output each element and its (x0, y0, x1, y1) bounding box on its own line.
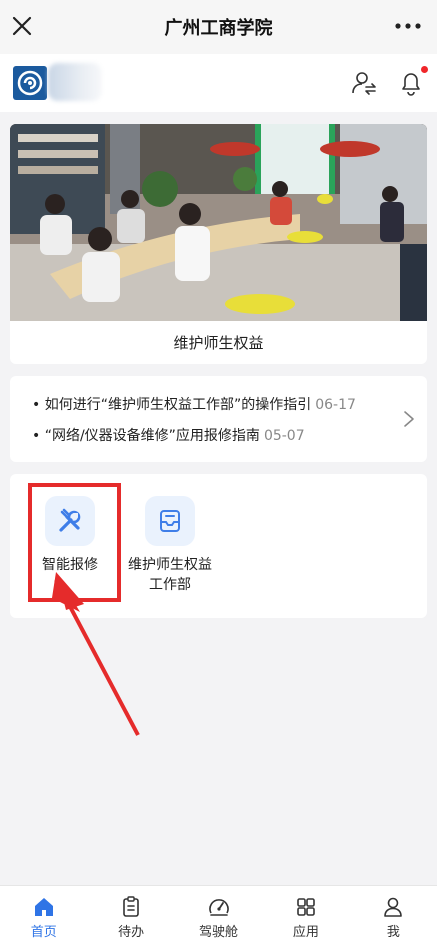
tab-label: 我 (386, 925, 400, 940)
notice-item[interactable]: • “网络/仪器设备维修”应用报修指南 05-07 (32, 425, 305, 445)
tab-label: 首页 (30, 925, 57, 940)
user-icon (384, 897, 403, 917)
gauge-icon (208, 899, 229, 916)
highlight-box (28, 483, 121, 602)
tab-label: 应用 (292, 925, 319, 940)
home-icon (34, 898, 53, 916)
notification-dot (421, 66, 428, 73)
grid-icon (297, 898, 315, 916)
notice-text: • “网络/仪器设备维修”应用报修指南 (32, 428, 260, 444)
mail-tray-icon (145, 496, 195, 546)
tab-me[interactable]: 我 (350, 886, 437, 944)
logo-emblem-icon (17, 70, 43, 96)
tab-home[interactable]: 首页 (0, 886, 87, 944)
app-label: 维护师生权益工作部 (128, 557, 212, 593)
bell-icon[interactable] (398, 70, 424, 96)
blurred-school-name (48, 63, 102, 101)
more-options-icon[interactable] (393, 14, 423, 38)
banner-photo (10, 124, 427, 321)
notice-item[interactable]: • 如何进行“维护师生权益工作部”的操作指引 06-17 (32, 394, 356, 414)
notice-date: 05-07 (263, 428, 305, 444)
notice-text: • 如何进行“维护师生权益工作部”的操作指引 (32, 397, 312, 413)
tab-apps[interactable]: 应用 (262, 886, 349, 944)
window-title: 广州工商学院 (164, 18, 273, 39)
school-logo (13, 66, 47, 100)
tab-label: 驾驶舱 (199, 925, 239, 940)
notice-card[interactable]: • 如何进行“维护师生权益工作部”的操作指引 06-17 • “网络/仪器设备维修… (10, 376, 427, 462)
tab-todo[interactable]: 待办 (87, 886, 174, 944)
clipboard-icon (123, 896, 139, 917)
switch-user-icon[interactable] (351, 70, 377, 96)
tab-label: 待办 (118, 925, 145, 940)
notice-date: 06-17 (315, 397, 356, 413)
chevron-right-icon[interactable] (403, 410, 415, 428)
bottom-tab-bar: 首页 待办 驾驶舱 应用 我 (0, 885, 437, 944)
close-icon[interactable] (10, 14, 34, 38)
banner-card[interactable]: 维护师生权益 (10, 124, 427, 364)
app-header (0, 54, 437, 112)
app-rights-dept[interactable]: 维护师生权益工作部 (122, 496, 218, 595)
banner-caption: 维护师生权益 (173, 334, 264, 352)
tab-cockpit[interactable]: 驾驶舱 (175, 886, 262, 944)
title-bar: 广州工商学院 (0, 0, 437, 54)
